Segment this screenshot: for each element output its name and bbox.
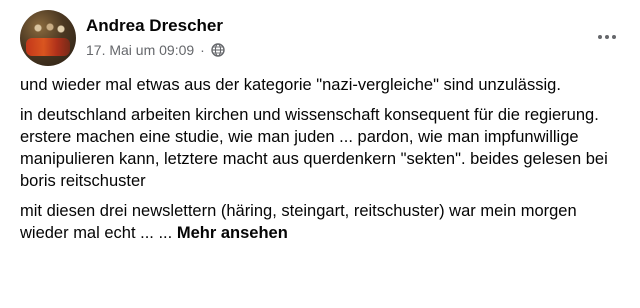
more-dot xyxy=(605,35,609,39)
more-dot xyxy=(612,35,616,39)
author-name[interactable]: Andrea Drescher xyxy=(86,16,223,36)
see-more-link[interactable]: Mehr ansehen xyxy=(177,224,288,242)
avatar-photo-banner xyxy=(26,38,70,56)
post-timestamp[interactable]: 17. Mai um 09:09 xyxy=(86,42,194,58)
post-meta: 17. Mai um 09:09 · xyxy=(86,42,225,58)
post-body: und wieder mal etwas aus der kategorie "… xyxy=(20,74,620,252)
post-paragraph-3-text: mit diesen drei newslettern (häring, ste… xyxy=(20,202,577,242)
post-paragraph-3: mit diesen drei newslettern (häring, ste… xyxy=(20,200,620,244)
post-paragraph-2: in deutschland arbeiten kirchen und wiss… xyxy=(20,106,608,190)
post-header: Andrea Drescher 17. Mai um 09:09 · xyxy=(20,10,620,66)
meta-separator: · xyxy=(200,42,205,58)
avatar[interactable] xyxy=(20,10,76,66)
facebook-post: Andrea Drescher 17. Mai um 09:09 · und w… xyxy=(0,0,640,308)
more-dot xyxy=(598,35,602,39)
more-options-icon[interactable] xyxy=(594,28,620,46)
globe-icon[interactable] xyxy=(211,43,225,57)
avatar-photo-detail xyxy=(30,22,66,34)
post-paragraph-1: und wieder mal etwas aus der kategorie "… xyxy=(20,76,561,94)
